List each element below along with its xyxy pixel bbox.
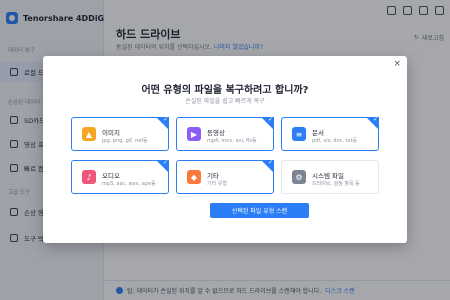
other-icon: ◆ (187, 170, 201, 184)
file-type-card-image[interactable]: ▲ 이미지 jpg, png, gif, nef등 (71, 116, 169, 151)
card-extensions: mp4, mov, avi, flv등 (207, 138, 257, 144)
card-extensions: 기타 유형 (207, 181, 227, 187)
system-icon: ⚙ (292, 170, 306, 184)
card-name: 오디오 (102, 172, 120, 180)
card-extensions: 드라이브, 설정 항목 등 (312, 181, 360, 187)
document-icon: ≡ (292, 127, 306, 141)
file-type-dialog: × 어떤 유형의 파일을 복구하려고 합니까? 손실된 파일을 쉽고 빠르게 복… (43, 56, 407, 243)
image-icon: ▲ (82, 127, 96, 141)
file-type-card-other[interactable]: ◆ 기타 기타 유형 (176, 159, 274, 194)
dialog-title: 어떤 유형의 파일을 복구하려고 합니까? (141, 85, 309, 96)
audio-icon: ♪ (82, 170, 96, 184)
checked-icon (366, 116, 379, 130)
card-name: 동영상 (207, 129, 225, 137)
video-icon: ▶ (187, 127, 201, 141)
file-type-card-system[interactable]: ⚙ 시스템 파일 드라이브, 설정 항목 등 (281, 160, 379, 194)
checked-icon (261, 159, 274, 173)
modal-overlay: × 어떤 유형의 파일을 복구하려고 합니까? 손실된 파일을 쉽고 빠르게 복… (0, 0, 450, 300)
card-extensions: mp3, aac, wav, ape등 (102, 181, 156, 187)
card-name: 문서 (312, 129, 324, 137)
checked-icon (156, 116, 169, 130)
dialog-subtitle: 손실된 파일을 쉽고 빠르게 복구 (185, 98, 265, 105)
scan-selected-button[interactable]: 선택된 파일 유형 스캔 (210, 203, 309, 218)
card-extensions: pdf, xls, doc, txt등 (312, 138, 358, 144)
checked-icon (156, 159, 169, 173)
checked-icon (261, 116, 274, 130)
file-type-card-document[interactable]: ≡ 문서 pdf, xls, doc, txt등 (281, 116, 379, 151)
close-icon[interactable]: × (393, 59, 401, 69)
card-name: 시스템 파일 (312, 172, 344, 180)
card-name: 기타 (207, 172, 219, 180)
card-name: 이미지 (102, 129, 120, 137)
file-type-card-audio[interactable]: ♪ 오디오 mp3, aac, wav, ape등 (71, 159, 169, 194)
card-extensions: jpg, png, gif, nef등 (102, 138, 148, 144)
file-type-card-video[interactable]: ▶ 동영상 mp4, mov, avi, flv등 (176, 116, 274, 151)
